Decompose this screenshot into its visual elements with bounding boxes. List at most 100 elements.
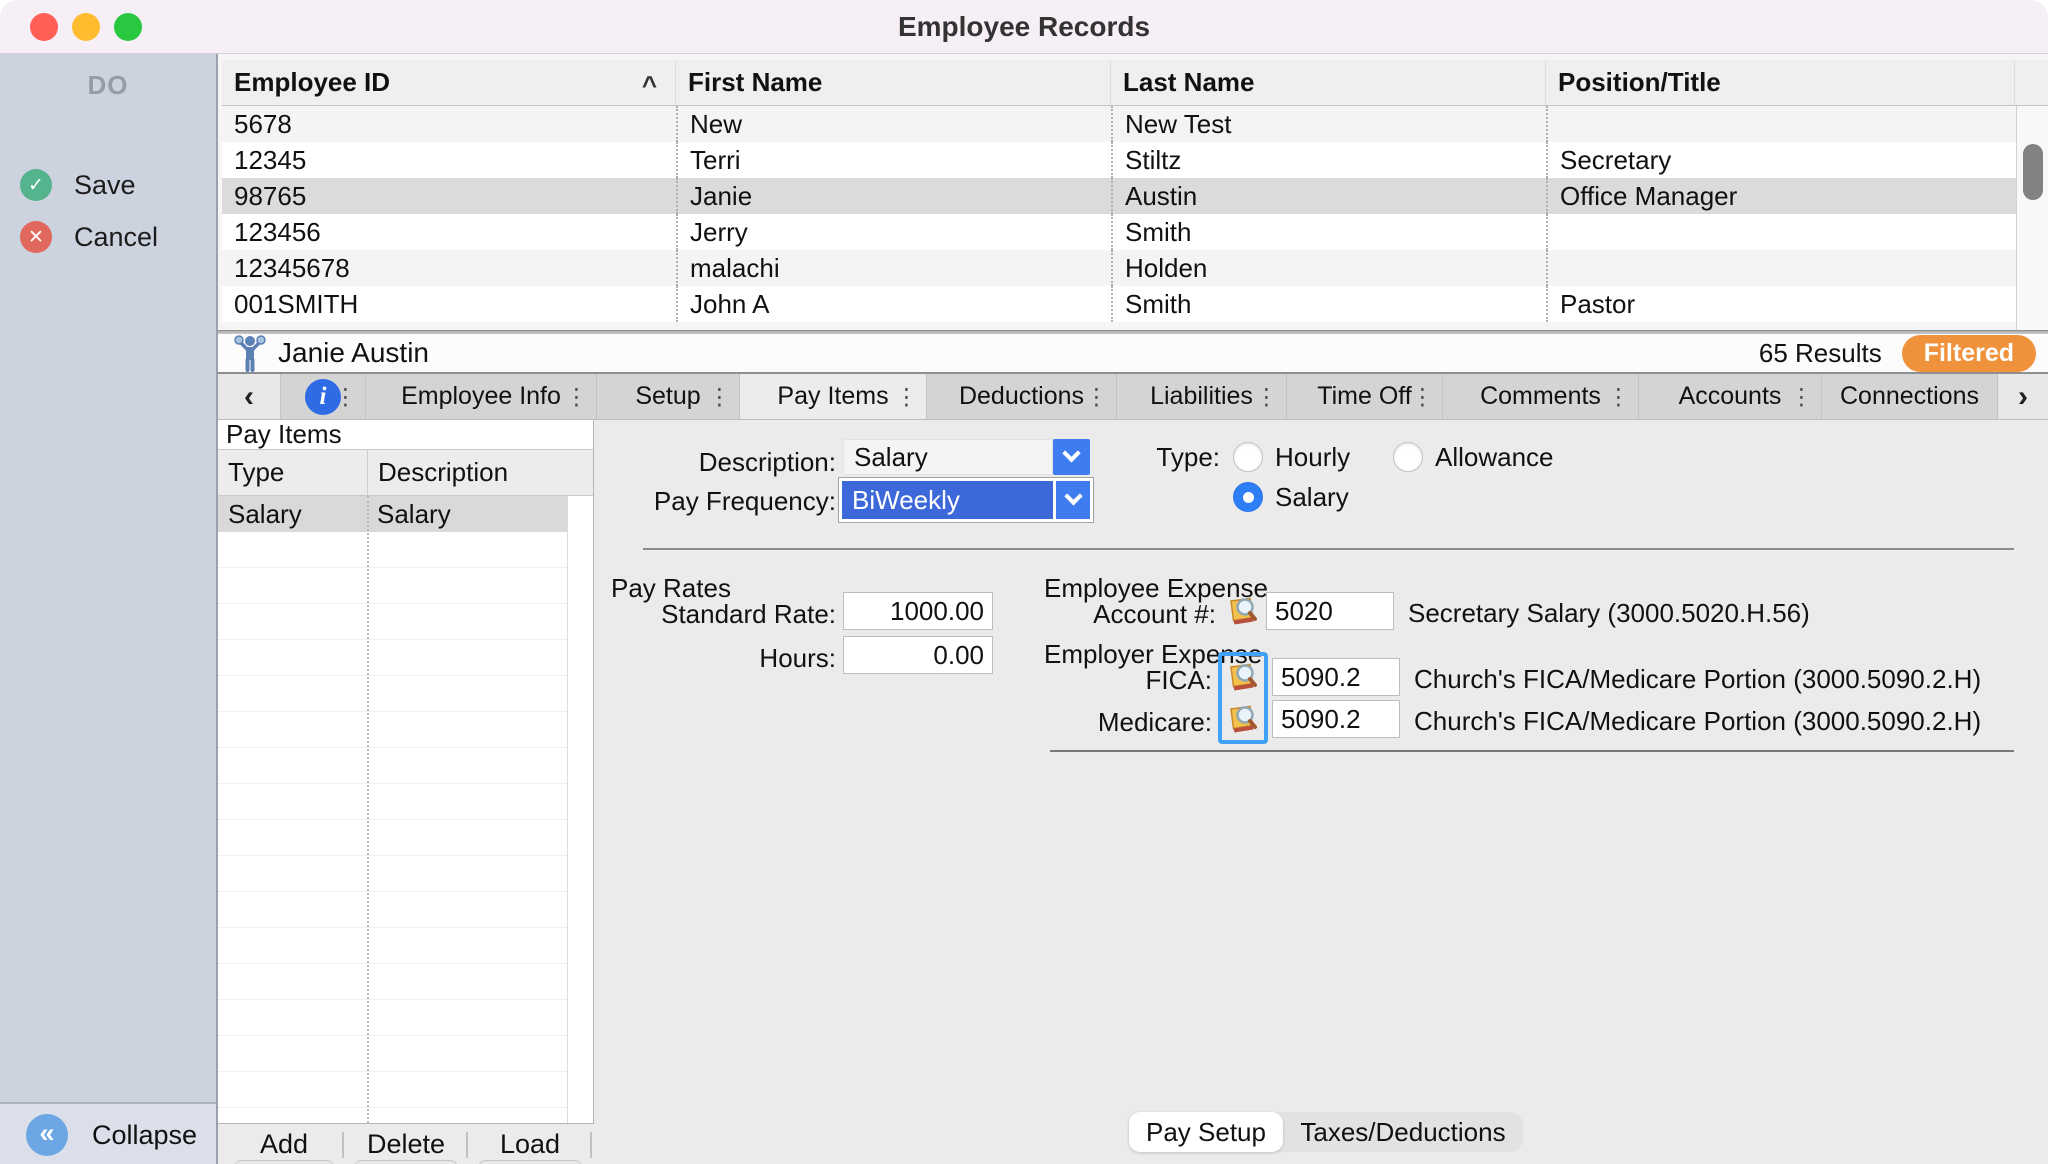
radio-salary-label[interactable]: Salary bbox=[1275, 482, 1349, 512]
table-scrollbar[interactable] bbox=[2016, 106, 2048, 330]
tab-menu-icon[interactable]: ⋮ bbox=[334, 383, 357, 410]
account-number-input[interactable] bbox=[1266, 592, 1394, 630]
fica-lookup-icon[interactable] bbox=[1226, 660, 1260, 694]
empty-row[interactable] bbox=[218, 1000, 568, 1036]
scrollbar-thumb[interactable] bbox=[2023, 144, 2043, 200]
column-header-description[interactable]: Description bbox=[367, 450, 593, 495]
save-button[interactable]: ✓ Save bbox=[20, 167, 136, 203]
table-row[interactable]: 5678 New New Test bbox=[222, 106, 2048, 142]
tab-menu-icon[interactable]: ⋮ bbox=[895, 383, 918, 410]
tab-taxes-deductions[interactable]: Taxes/Deductions bbox=[1283, 1112, 1523, 1152]
results-count: 65 Results bbox=[1759, 338, 1882, 369]
hours-input[interactable] bbox=[843, 636, 993, 674]
pay-item-row-selected[interactable]: Salary Salary bbox=[218, 496, 568, 532]
table-row[interactable]: 001SMITH John A Smith Pastor bbox=[222, 286, 2048, 322]
medicare-lookup-icon[interactable] bbox=[1226, 702, 1260, 736]
empty-row[interactable] bbox=[218, 1108, 568, 1123]
zoom-window-icon[interactable] bbox=[114, 13, 142, 41]
account-lookup-icon[interactable] bbox=[1226, 594, 1260, 628]
button-divider bbox=[466, 1132, 468, 1158]
account-description: Secretary Salary (3000.5020.H.56) bbox=[1408, 598, 1810, 629]
tab-menu-icon[interactable]: ⋮ bbox=[708, 383, 731, 410]
medicare-account-input[interactable] bbox=[1272, 700, 1400, 738]
tab-accounts[interactable]: Accounts ⋮ bbox=[1639, 374, 1822, 419]
empty-row[interactable] bbox=[218, 964, 568, 1000]
radio-allowance-label[interactable]: Allowance bbox=[1435, 442, 1554, 472]
empty-row[interactable] bbox=[218, 1036, 568, 1072]
tab-menu-icon[interactable]: ⋮ bbox=[1790, 383, 1813, 410]
empty-row[interactable] bbox=[218, 928, 568, 964]
radio-allowance[interactable] bbox=[1393, 442, 1423, 472]
pay-items-scrollbar[interactable] bbox=[567, 496, 593, 1123]
empty-row[interactable] bbox=[218, 532, 568, 568]
empty-row[interactable] bbox=[218, 820, 568, 856]
empty-row[interactable] bbox=[218, 568, 568, 604]
table-row[interactable]: 12345 Terri Stiltz Secretary bbox=[222, 142, 2048, 178]
tab-menu-icon[interactable]: ⋮ bbox=[1607, 383, 1630, 410]
tab-scroll-back-button[interactable]: ‹ bbox=[218, 374, 281, 419]
table-row[interactable]: 12345678 malachi Holden bbox=[222, 250, 2048, 286]
fica-label: FICA: bbox=[998, 661, 1212, 699]
tab-comments[interactable]: Comments ⋮ bbox=[1443, 374, 1639, 419]
column-header-employee-id[interactable]: Employee ID ^ bbox=[222, 60, 676, 105]
sidebar-header: DO bbox=[0, 70, 216, 101]
collapse-icon: « bbox=[26, 1114, 68, 1156]
cancel-label: Cancel bbox=[74, 222, 158, 253]
tab-info[interactable]: i ⋮ bbox=[281, 374, 366, 419]
title-bar: Employee Records bbox=[0, 0, 2048, 54]
close-window-icon[interactable] bbox=[30, 13, 58, 41]
tab-scroll-forward-button[interactable]: › bbox=[1998, 374, 2048, 419]
pay-items-column-headers: Type Description bbox=[218, 450, 593, 496]
table-row-selected[interactable]: 98765 Janie Austin Office Manager bbox=[222, 178, 2048, 214]
cancel-button[interactable]: ✕ Cancel bbox=[20, 219, 158, 255]
tab-menu-icon[interactable]: ⋮ bbox=[565, 383, 588, 410]
radio-hourly-label[interactable]: Hourly bbox=[1275, 442, 1350, 472]
tab-menu-icon[interactable]: ⋮ bbox=[1255, 383, 1278, 410]
empty-row[interactable] bbox=[218, 640, 568, 676]
tab-pay-items[interactable]: Pay Items ⋮ bbox=[740, 374, 927, 419]
pay-items-rows: Salary Salary bbox=[218, 496, 593, 1123]
column-header-last-name[interactable]: Last Name bbox=[1111, 60, 1546, 105]
pay-frequency-combo[interactable]: BiWeekly bbox=[838, 477, 1094, 523]
cancel-x-icon: ✕ bbox=[20, 221, 52, 253]
detail-header: Janie Austin 65 Results Filtered bbox=[218, 334, 2048, 372]
empty-row[interactable] bbox=[218, 676, 568, 712]
standard-rate-input[interactable] bbox=[843, 592, 993, 630]
description-field[interactable]: Salary bbox=[843, 439, 1053, 475]
column-header-position[interactable]: Position/Title bbox=[1546, 60, 2015, 105]
pay-items-panel-title: Pay Items bbox=[218, 420, 593, 450]
radio-salary-selected[interactable] bbox=[1233, 482, 1263, 512]
tab-menu-icon[interactable]: ⋮ bbox=[1085, 383, 1108, 410]
empty-row[interactable] bbox=[218, 1072, 568, 1108]
window-title: Employee Records bbox=[0, 0, 2048, 54]
radio-hourly[interactable] bbox=[1233, 442, 1263, 472]
empty-row[interactable] bbox=[218, 748, 568, 784]
delete-button[interactable]: Delete bbox=[350, 1127, 462, 1161]
collapse-bar[interactable]: « Collapse bbox=[0, 1102, 216, 1164]
tab-pay-setup[interactable]: Pay Setup bbox=[1129, 1112, 1283, 1152]
empty-row[interactable] bbox=[218, 784, 568, 820]
tab-employee-info[interactable]: Employee Info ⋮ bbox=[366, 374, 597, 419]
add-button[interactable]: Add bbox=[230, 1127, 338, 1161]
tab-setup[interactable]: Setup ⋮ bbox=[597, 374, 740, 419]
medicare-description: Church's FICA/Medicare Portion (3000.509… bbox=[1414, 706, 1981, 737]
column-header-type[interactable]: Type bbox=[218, 450, 367, 495]
tab-connections[interactable]: Connections bbox=[1822, 374, 1998, 419]
tab-time-off[interactable]: Time Off ⋮ bbox=[1287, 374, 1443, 419]
filtered-badge[interactable]: Filtered bbox=[1902, 335, 2036, 372]
table-row[interactable]: 123456 Jerry Smith bbox=[222, 214, 2048, 250]
tab-menu-icon[interactable]: ⋮ bbox=[1411, 383, 1434, 410]
minimize-window-icon[interactable] bbox=[72, 13, 100, 41]
empty-row[interactable] bbox=[218, 856, 568, 892]
empty-row[interactable] bbox=[218, 892, 568, 928]
tab-liabilities[interactable]: Liabilities ⋮ bbox=[1117, 374, 1287, 419]
column-header-first-name[interactable]: First Name bbox=[676, 60, 1111, 105]
empty-row[interactable] bbox=[218, 712, 568, 748]
load-button[interactable]: Load bbox=[474, 1127, 586, 1161]
tab-deductions[interactable]: Deductions ⋮ bbox=[927, 374, 1117, 419]
pay-items-content: Pay Items Type Description Salary Salary bbox=[218, 420, 2048, 1164]
fica-account-input[interactable] bbox=[1272, 658, 1400, 696]
pay-frequency-dropdown-button[interactable] bbox=[1056, 481, 1090, 519]
pay-frequency-field[interactable]: BiWeekly bbox=[842, 481, 1053, 519]
empty-row[interactable] bbox=[218, 604, 568, 640]
